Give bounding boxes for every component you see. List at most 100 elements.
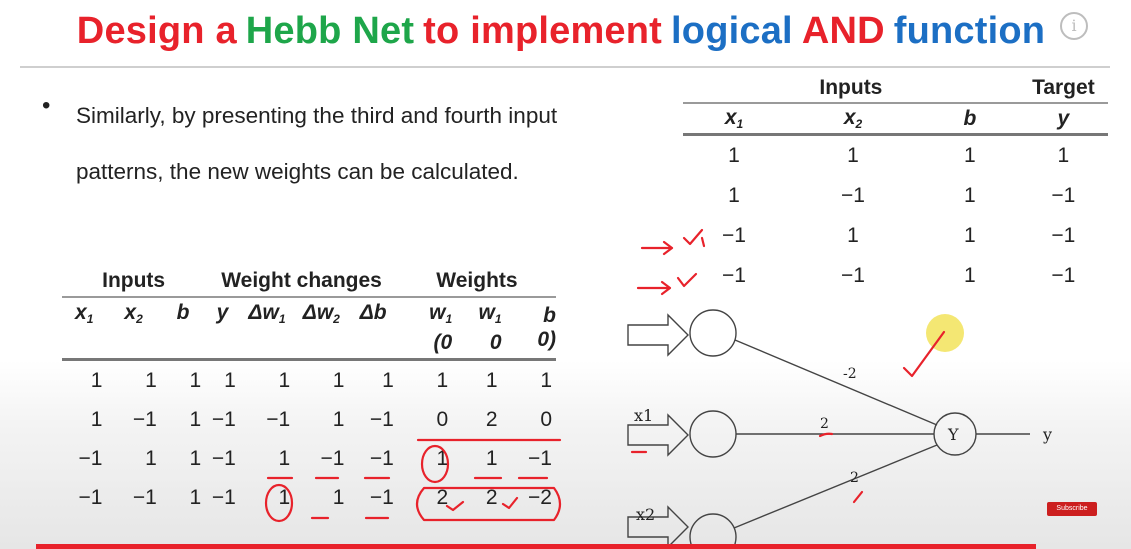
cell: 1 bbox=[189, 368, 202, 392]
header-target: Target bbox=[1018, 74, 1108, 104]
output-node bbox=[933, 412, 977, 456]
cell: −1 bbox=[211, 407, 236, 431]
cell: −1 bbox=[132, 485, 157, 509]
table-row: −1 −1 1 −1 bbox=[683, 256, 1108, 296]
title-word: Design a bbox=[76, 10, 237, 52]
slide-title: Design a Hebb Net to implement logical AND fu… bbox=[0, 10, 1131, 53]
cell: −1 bbox=[528, 446, 552, 470]
ink-arrow-row4 bbox=[636, 280, 672, 296]
col-b: b bbox=[160, 297, 206, 361]
cell: 1 bbox=[436, 368, 449, 392]
bullet-line-1: Similarly, by presenting the third and f… bbox=[76, 103, 558, 128]
and-truth-table: Inputs Target x1 x2 b y 1111 1 −1 1 −1 −1 1 1… bbox=[683, 74, 1108, 296]
cell: 1 bbox=[485, 368, 498, 392]
cell: 2 bbox=[485, 407, 498, 431]
cell: 1 bbox=[332, 407, 345, 431]
table-row: −1 −1 1 −1 1 1 −1 2 2 −2 bbox=[62, 478, 556, 517]
col-x2: x2 bbox=[785, 103, 921, 136]
title-word: to implement bbox=[423, 10, 663, 52]
col-bw: b 0) bbox=[501, 297, 556, 361]
cell: −1 bbox=[78, 446, 103, 470]
cell: −1 bbox=[841, 184, 865, 207]
cell: 1 bbox=[278, 485, 291, 509]
col-db: Δb bbox=[348, 297, 398, 361]
input-label-x2: x2 bbox=[636, 505, 655, 524]
slide: Design a Hebb Net to implement logical AND fu… bbox=[0, 0, 1131, 549]
hebb-weights-table: Inputs Weight changes Weights x1 x2 b y … bbox=[62, 266, 556, 517]
cell: −1 bbox=[722, 264, 746, 287]
col-w2: w1 0 bbox=[452, 297, 502, 361]
ink-arrow-row3 bbox=[640, 240, 674, 256]
bullet-dot: • bbox=[42, 92, 51, 119]
cell: 1 bbox=[224, 368, 236, 392]
header-weights: Weights bbox=[397, 266, 556, 298]
table-row: −1 1 1 −1 1 −1 −1 1 1 −1 bbox=[62, 439, 556, 478]
weight-label-x1: 2 bbox=[820, 416, 829, 432]
bullet-line-2: patterns, the new weights can be calcula… bbox=[76, 159, 519, 184]
title-word: logical bbox=[671, 10, 793, 52]
title-word: AND bbox=[801, 10, 885, 52]
table-row: −1 1 1 −1 bbox=[683, 216, 1108, 256]
table-row: 1 −1 1 −1 bbox=[683, 176, 1108, 216]
cell: −1 bbox=[211, 485, 236, 509]
cell: 1 bbox=[964, 224, 976, 247]
x1-node bbox=[689, 410, 737, 458]
cell: −1 bbox=[369, 485, 394, 509]
info-icon[interactable]: i bbox=[1060, 12, 1088, 40]
ink-mark-w3 bbox=[852, 490, 864, 504]
cell: 2 bbox=[485, 485, 498, 509]
cell: 1 bbox=[728, 144, 740, 167]
cell: −1 bbox=[320, 446, 345, 470]
col-w1: w1 (0 bbox=[397, 297, 453, 361]
cell: 1 bbox=[278, 368, 291, 392]
cell: −1 bbox=[1051, 224, 1076, 247]
output-label: y bbox=[1042, 425, 1052, 444]
cell: −1 bbox=[78, 485, 103, 509]
cell: 1 bbox=[382, 368, 394, 392]
cell: 1 bbox=[847, 144, 859, 167]
cell: −1 bbox=[266, 407, 291, 431]
bias-node bbox=[689, 309, 737, 357]
col-y: y bbox=[1018, 103, 1108, 136]
cell: 1 bbox=[540, 368, 552, 392]
cell: −1 bbox=[211, 446, 236, 470]
bullet-text: Similarly, by presenting the third and f… bbox=[76, 88, 656, 200]
cell: −1 bbox=[132, 407, 157, 431]
cell: 1 bbox=[278, 446, 291, 470]
title-word: Hebb Net bbox=[245, 10, 415, 52]
cell: 1 bbox=[436, 446, 449, 470]
cell: −1 bbox=[722, 224, 746, 247]
table-row: 1 1 1 1 bbox=[683, 135, 1108, 177]
col-dw2: Δw2 bbox=[294, 297, 349, 361]
cell: 2 bbox=[436, 485, 449, 509]
cell: 1 bbox=[964, 144, 976, 167]
header-inputs: Inputs bbox=[683, 74, 1019, 104]
cell: 1 bbox=[332, 485, 345, 509]
col-b: b bbox=[921, 103, 1019, 136]
cell: 1 bbox=[964, 264, 976, 287]
cell: 1 bbox=[964, 184, 976, 207]
weight-label-x2: 2 bbox=[850, 470, 859, 486]
cell: −1 bbox=[369, 446, 394, 470]
title-word: function bbox=[893, 10, 1046, 52]
video-progress-bar[interactable] bbox=[36, 544, 1036, 549]
cell: 1 bbox=[332, 368, 345, 392]
edge-bias bbox=[734, 339, 938, 426]
cell: −1 bbox=[1051, 264, 1076, 287]
header-inputs: Inputs bbox=[62, 266, 206, 298]
cell: 1 bbox=[189, 485, 202, 509]
cell: 0 bbox=[436, 407, 449, 431]
col-x1: x1 bbox=[62, 297, 107, 361]
title-divider bbox=[20, 66, 1110, 68]
col-x1: x1 bbox=[683, 103, 785, 136]
cell: 1 bbox=[145, 446, 157, 470]
col-dw1: Δw1 bbox=[239, 297, 295, 361]
cell: 1 bbox=[728, 184, 740, 207]
cell: 1 bbox=[189, 407, 202, 431]
col-x2: x2 bbox=[106, 297, 161, 361]
weight-label-bias: -2 bbox=[843, 366, 857, 382]
edge-x2 bbox=[733, 444, 938, 529]
subscribe-badge[interactable]: Subscribe bbox=[1047, 502, 1097, 516]
ink-check-big bbox=[902, 330, 946, 378]
cell: 1 bbox=[145, 368, 157, 392]
